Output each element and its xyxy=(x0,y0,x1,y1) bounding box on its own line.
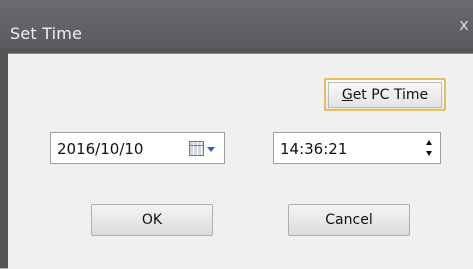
dialog-content: Get PC Time 2016/10/10 14:36:21 OK Cance… xyxy=(8,53,473,269)
date-picker[interactable]: 2016/10/10 xyxy=(50,132,225,164)
close-icon[interactable]: x xyxy=(455,14,473,36)
ok-button[interactable]: OK xyxy=(91,204,213,236)
window-title: Set Time xyxy=(10,24,83,43)
get-pc-time-button[interactable]: Get PC Time xyxy=(324,78,446,111)
spin-up-icon[interactable] xyxy=(426,140,432,145)
ok-button-label: OK xyxy=(141,212,163,228)
get-pc-time-mnemonic: G xyxy=(341,86,353,103)
date-value[interactable]: 2016/10/10 xyxy=(57,140,143,158)
cancel-button[interactable]: Cancel xyxy=(288,204,410,236)
time-value[interactable]: 14:36:21 xyxy=(280,140,347,158)
set-time-dialog: Set Time x Get PC Time 2016/10/10 14:36:… xyxy=(0,0,473,269)
title-bar[interactable]: Set Time x xyxy=(0,0,473,48)
chevron-down-icon[interactable] xyxy=(207,147,215,152)
get-pc-time-button-face: Get PC Time xyxy=(328,81,442,108)
calendar-icon[interactable] xyxy=(189,141,204,156)
time-picker[interactable]: 14:36:21 xyxy=(273,132,441,164)
cancel-button-label: Cancel xyxy=(325,212,373,228)
spin-down-icon[interactable] xyxy=(426,151,432,156)
get-pc-time-label: et PC Time xyxy=(352,86,429,103)
